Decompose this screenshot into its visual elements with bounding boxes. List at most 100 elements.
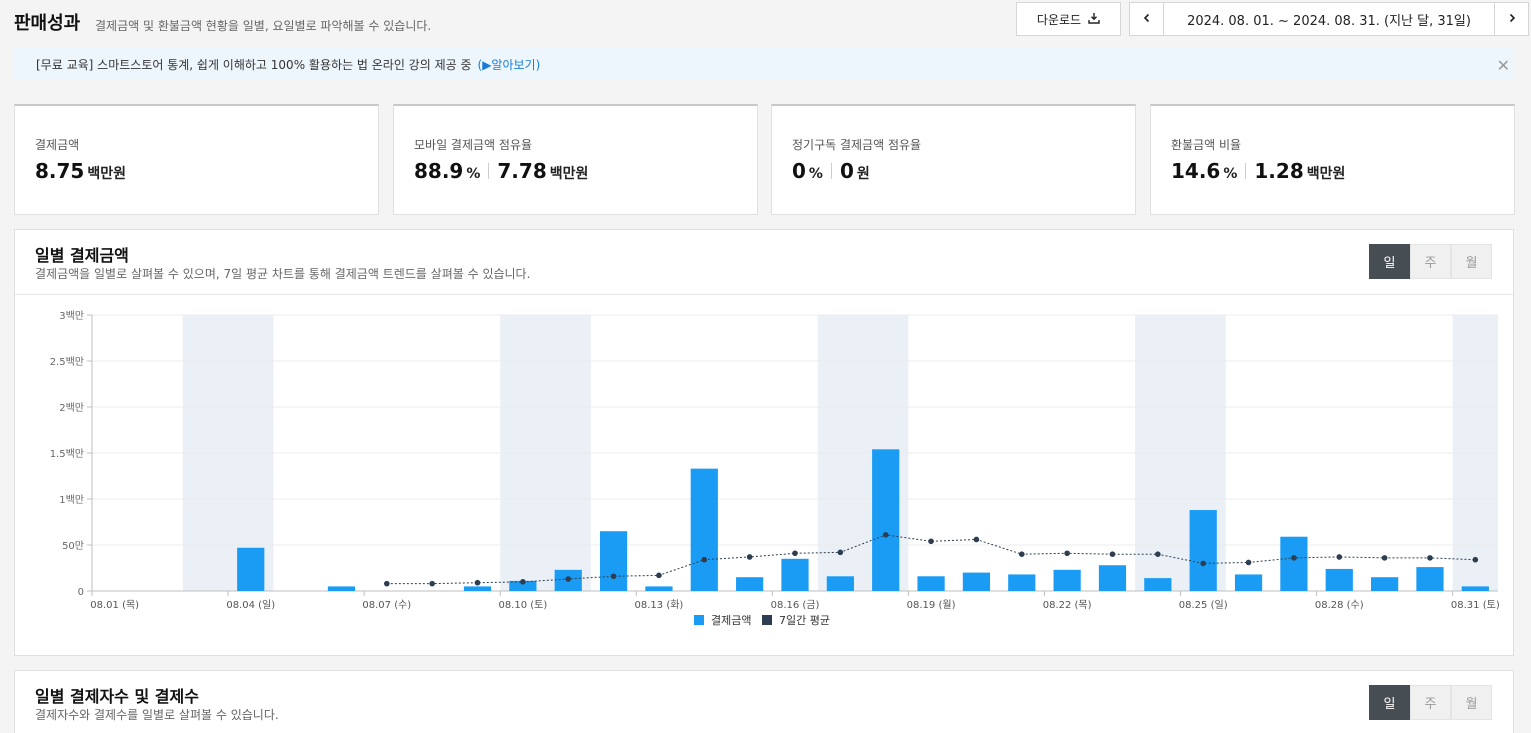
stat-number: 7.78 <box>497 159 547 183</box>
avg-point <box>837 549 844 556</box>
date-navigator: 2024. 08. 01. ~ 2024. 08. 31. (지난 달, 31일… <box>1129 2 1529 36</box>
daily-payment-section: 일별 결제금액 결제금액을 일별로 살펴볼 수 있으며, 7일 평균 차트를 통… <box>14 229 1514 656</box>
avg-point <box>1472 556 1479 563</box>
download-icon <box>1088 12 1100 27</box>
prev-period-button[interactable] <box>1130 3 1164 35</box>
stat-unit: % <box>808 166 823 182</box>
notice-link[interactable]: (▶알아보기) <box>478 56 541 73</box>
stat-unit: % <box>1223 166 1238 182</box>
chart-bar <box>1189 510 1217 591</box>
stat-unit: 백만원 <box>549 166 589 182</box>
page-title: 판매성과 <box>14 13 81 34</box>
x-tick-label: 08.22 (목) <box>1043 599 1092 611</box>
notice-banner: [무료 교육] 스마트스토어 통계, 쉽게 이해하고 100% 활용하는 법 온… <box>14 48 1514 80</box>
y-tick-label: 2백만 <box>59 402 84 414</box>
toggle-week[interactable]: 주 <box>1410 685 1451 720</box>
avg-point <box>1109 551 1116 557</box>
download-button[interactable]: 다운로드 <box>1016 2 1121 36</box>
avg-point <box>701 556 708 563</box>
avg-point <box>1200 560 1206 567</box>
toggle-month[interactable]: 월 <box>1451 685 1492 720</box>
chart-bar <box>1053 569 1081 591</box>
section-title: 일별 결제금액 <box>35 246 129 265</box>
x-tick-label: 08.28 (수) <box>1315 599 1364 611</box>
chart-bar <box>1416 567 1444 591</box>
avg-point <box>1064 550 1070 557</box>
stat-number: 8.75 <box>35 159 85 183</box>
chart-bar <box>1098 565 1127 591</box>
avg-point <box>973 536 980 543</box>
chart-bar <box>1325 568 1353 591</box>
avg-point <box>384 580 390 587</box>
stat-number: 0 <box>839 159 854 183</box>
stat-separator <box>488 163 490 179</box>
chart-bar <box>736 577 764 591</box>
stat-unit: 원 <box>856 166 870 182</box>
stat-value: 8.75 백만원 <box>35 159 126 183</box>
stat-card: 모바일 결제금액 점유율 88.9% 7.78 백만원 <box>393 104 758 215</box>
avg-point <box>1245 559 1252 566</box>
avg-point <box>1155 551 1161 557</box>
chart-bar <box>327 586 356 591</box>
chart-bar <box>690 468 718 591</box>
avg-point <box>1427 555 1433 561</box>
page-description: 결제금액 및 환불금액 현황을 일별, 요일별로 파악해볼 수 있습니다. <box>95 19 432 33</box>
avg-point <box>1291 555 1297 561</box>
avg-point <box>565 576 572 582</box>
section-subtitle: 결제금액을 일별로 살펴볼 수 있으며, 7일 평균 차트를 통해 결제금액 트… <box>35 267 531 281</box>
x-tick-label: 08.13 (화) <box>635 599 684 611</box>
toggle-day[interactable]: 일 <box>1369 244 1410 279</box>
chart-bar <box>237 547 265 591</box>
notice-text: [무료 교육] 스마트스토어 통계, 쉽게 이해하고 100% 활용하는 법 온… <box>36 57 472 72</box>
avg-point <box>928 538 934 545</box>
chart-bar <box>917 576 945 591</box>
stat-value: 14.6% 1.28 백만원 <box>1171 159 1345 183</box>
page-header: 판매성과 결제금액 및 환불금액 현황을 일별, 요일별로 파악해볼 수 있습니… <box>0 0 1531 46</box>
stat-unit: 백만원 <box>1306 166 1346 182</box>
next-period-button[interactable] <box>1494 3 1528 35</box>
chart-bar <box>463 586 492 591</box>
chart-bar <box>599 531 628 591</box>
x-tick-label: 08.19 (월) <box>907 599 956 611</box>
divider <box>15 294 1513 295</box>
chart-bar <box>1234 574 1263 591</box>
y-tick-label: 2.5백만 <box>50 356 84 368</box>
avg-point <box>1336 554 1343 560</box>
avg-point <box>1018 551 1025 557</box>
toggle-week[interactable]: 주 <box>1410 244 1451 279</box>
legend-label-avg: 7일간 평균 <box>779 613 830 627</box>
chart-bar <box>826 576 854 591</box>
chart-bar <box>1371 577 1399 591</box>
chart-bar <box>962 572 991 591</box>
stat-label: 정기구독 결제금액 점유율 <box>792 138 922 152</box>
section-title: 일별 결제자수 및 결제수 <box>35 687 199 706</box>
avg-point <box>792 550 798 557</box>
y-tick-label: 3백만 <box>59 310 84 322</box>
toggle-day[interactable]: 일 <box>1369 685 1410 720</box>
close-icon[interactable]: ✕ <box>1497 56 1510 75</box>
avg-point <box>1381 555 1388 561</box>
chevron-right-icon <box>1507 12 1517 27</box>
chart-bar <box>1280 536 1308 591</box>
stat-value: 0% 0 원 <box>792 159 870 183</box>
x-tick-label: 08.10 (토) <box>498 600 547 611</box>
stat-card: 결제금액 8.75 백만원 <box>14 104 379 215</box>
avg-point <box>429 580 435 587</box>
stat-unit: % <box>466 166 481 182</box>
chart-bar <box>781 558 809 591</box>
period-toggle: 일 주 월 <box>1369 685 1492 720</box>
legend-swatch-payment <box>694 615 704 625</box>
period-toggle: 일 주 월 <box>1369 244 1492 279</box>
y-tick-label: 50만 <box>62 540 84 552</box>
stat-number: 0 <box>792 159 806 183</box>
date-range[interactable]: 2024. 08. 01. ~ 2024. 08. 31. (지난 달, 31일… <box>1164 3 1494 35</box>
y-tick-label: 0 <box>78 587 84 598</box>
toggle-month[interactable]: 월 <box>1451 244 1492 279</box>
avg-point <box>520 579 526 585</box>
avg-point <box>610 573 617 580</box>
y-tick-label: 1.5백만 <box>50 448 84 460</box>
x-tick-label: 08.07 (수) <box>362 599 411 611</box>
y-tick-label: 1백만 <box>59 494 84 506</box>
avg-point <box>746 554 753 560</box>
x-tick-label: 08.25 (일) <box>1179 599 1228 611</box>
